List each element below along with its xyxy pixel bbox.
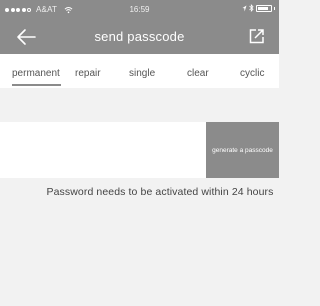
active-tab-indicator (12, 84, 61, 86)
activation-notice: Password needs to be activated within 24… (46, 186, 274, 198)
battery-icon (255, 4, 272, 12)
generate-passcode-button[interactable]: generate a passcode (206, 122, 279, 178)
status-bar-right (242, 4, 275, 12)
status-time: 16:59 (129, 5, 150, 14)
location-arrow-icon (242, 5, 246, 11)
page-title: send passcode (94, 29, 185, 44)
tab-clear[interactable]: clear (187, 68, 209, 79)
tab-single[interactable]: single (129, 68, 155, 79)
tab-repair[interactable]: repair (75, 68, 101, 79)
bluetooth-icon (248, 4, 254, 12)
status-bar: A&AT 16:59 (0, 0, 279, 20)
passcode-input[interactable] (0, 122, 206, 178)
battery-tip (273, 6, 275, 10)
tab-permanent[interactable]: permanent (12, 68, 60, 79)
nav-bar: send passcode (0, 20, 279, 54)
passcode-input-row: generate a passcode (0, 122, 279, 178)
share-icon[interactable] (249, 28, 265, 44)
tab-cyclic[interactable]: cyclic (240, 68, 264, 79)
app-header: A&AT 16:59 send passcode (0, 0, 279, 54)
passcode-type-tabs: permanent repair single clear cyclic (0, 54, 279, 88)
